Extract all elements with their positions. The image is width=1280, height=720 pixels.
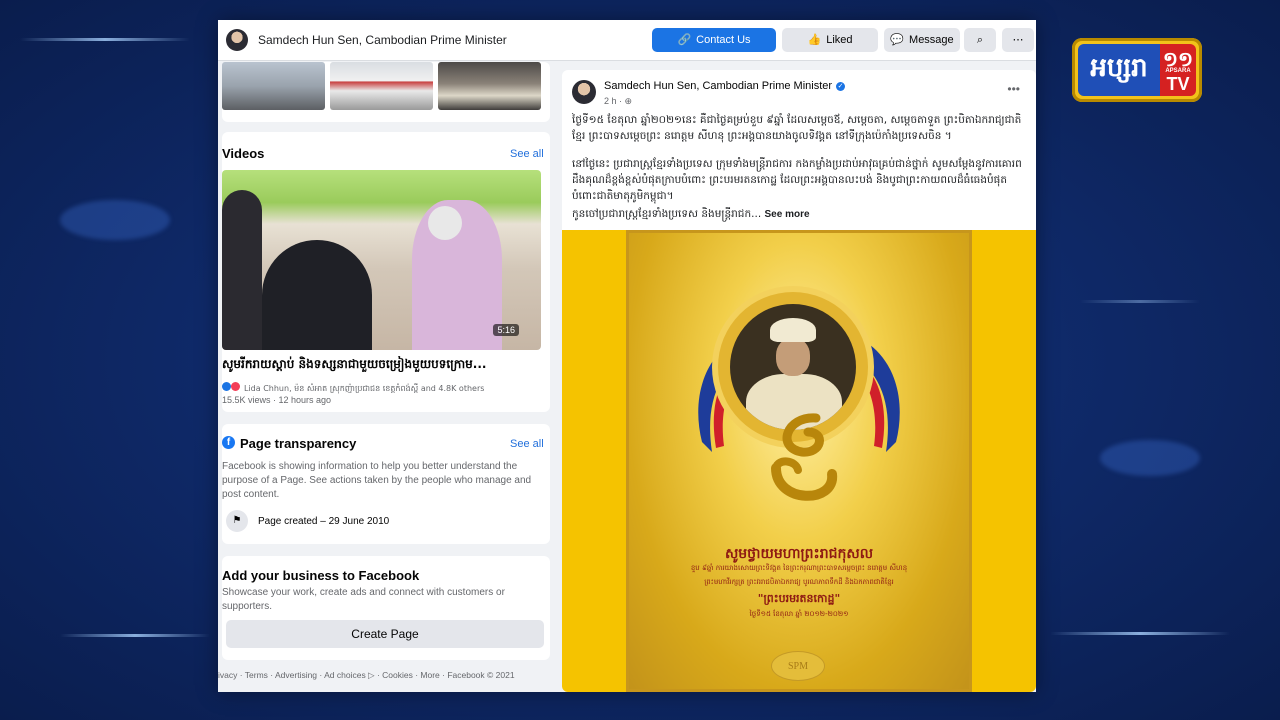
reaction-icons bbox=[222, 382, 231, 392]
bg-glow bbox=[60, 200, 170, 240]
footer-links[interactable]: ivacy · Terms · Advertising · Ad choices… bbox=[218, 670, 515, 681]
bg-light-streak bbox=[60, 634, 210, 637]
post-paragraph-text: កូនចៅប្រជារាស្ត្រខ្មែរទាំងប្រទេស និងមន្ត… bbox=[572, 208, 762, 220]
post-paragraph-truncated: កូនចៅប្រជារាស្ត្រខ្មែរទាំងប្រទេស និងមន្ត… bbox=[572, 206, 1022, 223]
right-flag-wing-icon bbox=[862, 342, 900, 452]
video-caption[interactable]: សូមរីករាយស្ដាប់ និងទស្សនាជាមួយចម្រៀងមួយប… bbox=[222, 356, 542, 374]
poster-royal-title: "ព្រះបរមរតនកោដ្ឋ" bbox=[757, 592, 841, 605]
link-icon: 🔗 bbox=[677, 33, 692, 46]
post-options-icon[interactable]: ••• bbox=[1007, 82, 1020, 96]
portrait-face bbox=[776, 338, 810, 376]
post-card: Samdech Hun Sen, Cambodian Prime Ministe… bbox=[562, 70, 1036, 692]
messenger-icon: 💬 bbox=[890, 33, 905, 46]
tv-logo-text: អប្សរា bbox=[1078, 44, 1160, 96]
reaction-names: Lida Chhun, ម៉ន សំអាត ស្រុកញ៉ាប្រជាជន ខេ… bbox=[244, 384, 485, 393]
more-icon: ⋯ bbox=[1012, 33, 1024, 46]
page-title[interactable]: Samdech Hun Sen, Cambodian Prime Ministe… bbox=[258, 33, 507, 47]
post-author-label: Samdech Hun Sen, Cambodian Prime Ministe… bbox=[604, 80, 833, 92]
post-paragraph: នៅថ្ងៃនេះ ប្រជារាស្ត្រខ្មែរទាំងប្រទេស ក្… bbox=[572, 158, 1022, 202]
videos-see-all-link[interactable]: See all bbox=[510, 148, 544, 160]
facebook-icon: f bbox=[222, 436, 235, 449]
video-figure bbox=[428, 206, 462, 240]
search-button[interactable]: ⌕ bbox=[964, 28, 996, 52]
post-author-name[interactable]: Samdech Hun Sen, Cambodian Prime Ministe… bbox=[604, 80, 846, 92]
portrait-cap bbox=[770, 318, 816, 342]
video-thumbnail[interactable]: 5:16 bbox=[222, 170, 541, 350]
bg-glow bbox=[1100, 440, 1200, 476]
contact-us-label: Contact Us bbox=[696, 34, 751, 46]
message-label: Message bbox=[909, 34, 954, 46]
page-created-date: Page created – 29 June 2010 bbox=[258, 516, 390, 527]
more-options-button[interactable]: ⋯ bbox=[1002, 28, 1034, 52]
video-meta: 15.5K views · 12 hours ago bbox=[222, 395, 332, 405]
bg-light-streak bbox=[20, 38, 190, 41]
bg-light-streak bbox=[1080, 300, 1200, 303]
page-header-bar: Samdech Hun Sen, Cambodian Prime Ministe… bbox=[218, 20, 1036, 61]
photos-card bbox=[222, 62, 550, 122]
love-reaction-icon bbox=[231, 382, 240, 392]
post-paragraph: ថ្ងៃទី១៥ ខែតុលា ឆ្នាំ២០២១នេះ គឺជាថ្ងៃគម្… bbox=[572, 114, 1022, 142]
see-more-link[interactable]: See more bbox=[765, 209, 810, 220]
transparency-see-all-link[interactable]: See all bbox=[510, 438, 544, 450]
tv-logo-badge: ១១ APSARA TV bbox=[1160, 44, 1196, 96]
transparency-description: Facebook is showing information to help … bbox=[222, 461, 532, 500]
contact-us-button[interactable]: 🔗 Contact Us bbox=[652, 28, 776, 52]
verified-badge-icon: ✓ bbox=[836, 81, 846, 91]
poster-title: សូមថ្វាយមហាព្រះរាជកុសល bbox=[724, 546, 874, 562]
page-transparency-title: Page transparency bbox=[240, 436, 357, 451]
flag-icon: ⚑ bbox=[226, 510, 248, 532]
thumbs-up-icon: 👍 bbox=[807, 33, 822, 46]
poster-subtitle-line: ព្រះមហាវីរក្សត្រ ព្រះវររាជបិតាឯករាជ្យ បូ… bbox=[704, 578, 894, 586]
message-button[interactable]: 💬 Message bbox=[884, 28, 960, 52]
liked-button[interactable]: 👍 Liked bbox=[782, 28, 878, 52]
videos-title: Videos bbox=[222, 146, 265, 161]
photo-thumbnail[interactable] bbox=[330, 62, 433, 110]
photo-thumbnail[interactable] bbox=[438, 62, 541, 110]
page-avatar[interactable] bbox=[226, 29, 248, 51]
spm-logo: SPM bbox=[772, 652, 824, 680]
create-page-button[interactable]: Create Page bbox=[226, 620, 544, 648]
video-figure bbox=[262, 240, 372, 350]
tv-logo-tv: TV bbox=[1166, 74, 1190, 94]
liked-label: Liked bbox=[826, 34, 853, 46]
poster-date: ថ្ងៃទី១៥ ខែតុលា ឆ្នាំ ២០១២-២០២១ bbox=[749, 610, 849, 618]
bg-light-streak bbox=[1050, 632, 1230, 635]
apsara-tv-logo: អប្សរា ១១ APSARA TV bbox=[1072, 38, 1202, 102]
page-transparency-card: f Page transparency See all Facebook is … bbox=[222, 424, 550, 544]
add-business-description: Showcase your work, create ads and conne… bbox=[222, 587, 505, 612]
facebook-page-screen: Samdech Hun Sen, Cambodian Prime Ministe… bbox=[218, 20, 1036, 692]
video-duration: 5:16 bbox=[493, 324, 519, 336]
videos-card: Videos See all 5:16 សូមរីករាយស្ដាប់ និងទ… bbox=[222, 132, 550, 412]
search-icon: ⌕ bbox=[976, 33, 984, 46]
post-image[interactable]: សូមថ្វាយមហាព្រះរាជកុសល ខួប ៩ឆ្នាំ ការយាង… bbox=[562, 230, 1036, 692]
add-business-card: Add your business to Facebook Showcase y… bbox=[222, 556, 550, 660]
khmer-nine-emblem-icon bbox=[771, 413, 838, 501]
video-reactions[interactable]: Lida Chhun, ម៉ន សំអាត ស្រុកញ៉ាប្រជាជន ខេ… bbox=[222, 378, 542, 396]
memorial-poster: សូមថ្វាយមហាព្រះរាជកុសល ខួប ៩ឆ្នាំ ការយាង… bbox=[626, 230, 972, 692]
poster-subtitle-line: ខួប ៩ឆ្នាំ ការយាងសោយព្រះទិវង្គត នៃព្រះករ… bbox=[690, 564, 908, 572]
post-author-avatar[interactable] bbox=[572, 80, 596, 104]
video-figure bbox=[222, 190, 262, 350]
photo-thumbnail[interactable] bbox=[222, 62, 325, 110]
add-business-title: Add your business to Facebook bbox=[222, 568, 420, 583]
post-timestamp[interactable]: 2 h · ⊕ bbox=[604, 96, 632, 107]
